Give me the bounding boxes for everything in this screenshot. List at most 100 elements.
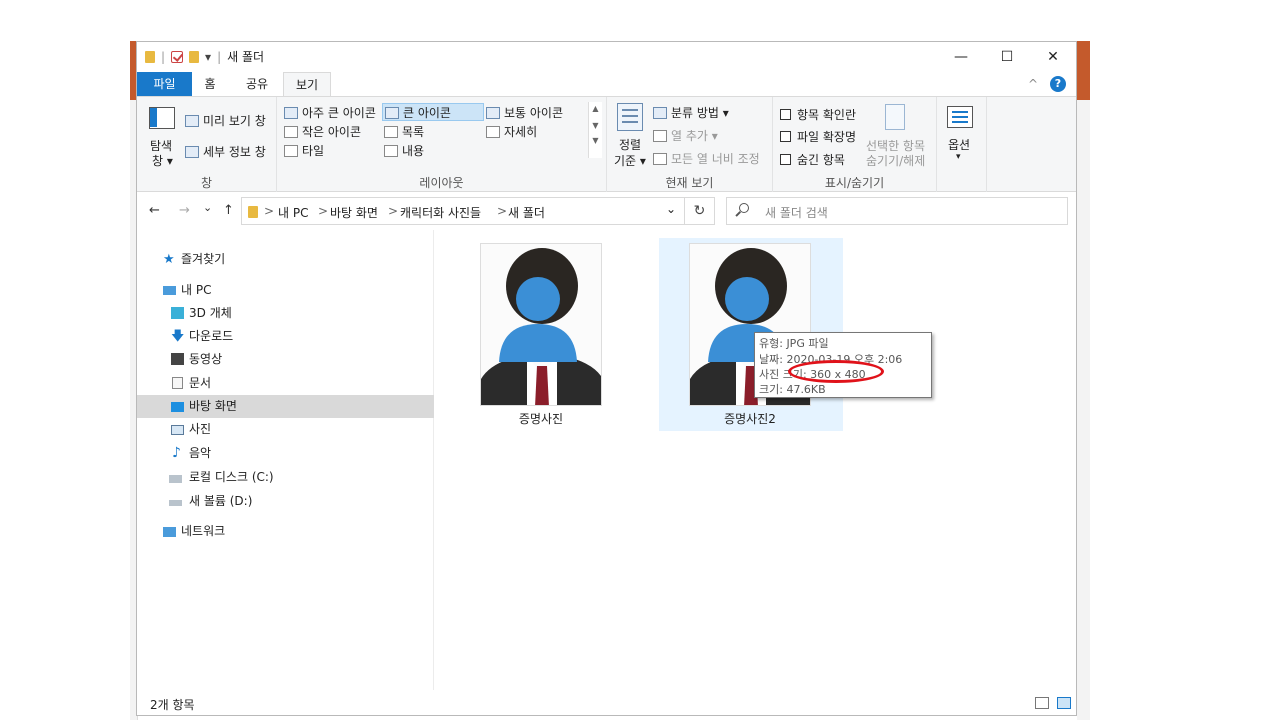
forward-button[interactable]: → — [179, 203, 190, 218]
tooltip-size: 크기: 47.6KB — [759, 383, 826, 396]
nav-item-label: 다운로드 — [189, 329, 234, 343]
up-button[interactable]: ↑ — [223, 203, 234, 218]
panes-group-label: 창 — [200, 176, 213, 190]
sort-button[interactable]: 정렬 — [619, 136, 641, 153]
nav-item-label: 문서 — [189, 376, 212, 390]
breadcrumb-character-photos[interactable]: 캐릭터화 사진들 — [400, 204, 481, 221]
breadcrumb-new-folder[interactable]: 새 폴더 — [508, 204, 545, 221]
nav-item-desktop[interactable]: 바탕 화면 — [137, 395, 434, 418]
navigation-pane-button-line2[interactable]: 창 ▾ — [152, 152, 173, 169]
details-icon — [486, 126, 500, 138]
layout-gallery-scroll[interactable]: ▲ ▼ ▼ — [588, 102, 602, 158]
layout-tiles[interactable]: 타일 — [284, 142, 324, 159]
preview-pane-button[interactable]: 미리 보기 창 — [185, 112, 266, 129]
close-button[interactable]: ✕ — [1030, 42, 1076, 72]
group-by-button[interactable]: 분류 방법 ▾ — [653, 104, 729, 121]
breadcrumb-separator[interactable]: > — [388, 204, 398, 218]
breadcrumb-separator[interactable]: > — [318, 204, 328, 218]
nav-item-label: 새 볼륨 (D:) — [189, 494, 253, 508]
nav-item-pictures[interactable]: 사진 — [137, 418, 434, 441]
navigation-pane-icon[interactable] — [149, 107, 175, 129]
ribbon: 탐색 창 ▾ 미리 보기 창 세부 정보 창 창 아주 큰 아이콘 큰 아이콘 … — [137, 96, 1076, 193]
sort-button-line2[interactable]: 기준 ▾ — [614, 152, 646, 169]
options-dropdown-icon[interactable]: ▾ — [956, 152, 961, 162]
layout-list[interactable]: 목록 — [384, 123, 424, 140]
maximize-button[interactable]: ☐ — [984, 42, 1030, 72]
scroll-down-icon[interactable]: ▼ — [589, 121, 602, 130]
refresh-button[interactable]: ↻ — [685, 197, 715, 225]
tab-file[interactable]: 파일 — [137, 72, 192, 96]
window-title: 새 폴더 — [227, 50, 265, 64]
window-controls: — ☐ ✕ — [938, 42, 1076, 72]
nav-item-downloads[interactable]: 🡇 다운로드 — [137, 325, 434, 348]
tab-view[interactable]: 보기 — [283, 72, 331, 97]
layout-group-label: 레이아웃 — [419, 176, 464, 190]
layout-label: 내용 — [402, 144, 425, 158]
minimize-button[interactable]: — — [938, 42, 984, 72]
network-icon — [163, 527, 176, 537]
help-area: ^ ? — [1028, 76, 1066, 92]
nav-item-quick-access[interactable]: ★ 즐겨찾기 — [137, 248, 434, 271]
help-icon[interactable]: ? — [1050, 76, 1066, 92]
breadcrumb-desktop[interactable]: 바탕 화면 — [330, 204, 378, 221]
options-group: 옵션 ▾ — [937, 97, 987, 193]
new-folder-icon[interactable] — [189, 50, 200, 63]
collapse-ribbon-icon[interactable]: ^ — [1028, 77, 1038, 91]
nav-item-network[interactable]: 네트워크 — [137, 520, 434, 543]
layout-details[interactable]: 자세히 — [486, 123, 537, 140]
add-columns-button[interactable]: 열 추가 ▾ — [653, 127, 718, 144]
layout-medium-icons[interactable]: 보통 아이콘 — [486, 104, 563, 121]
layout-label: 작은 아이콘 — [302, 125, 362, 139]
fit-columns-button[interactable]: 모든 열 너비 조정 — [653, 150, 760, 167]
breadcrumb-separator[interactable]: > — [264, 204, 274, 218]
tooltip-type: 유형: JPG 파일 — [759, 337, 829, 350]
options-icon[interactable] — [947, 106, 973, 128]
nav-item-documents[interactable]: 문서 — [137, 372, 434, 395]
options-button[interactable]: 옵션 — [948, 136, 970, 153]
breadcrumb-this-pc[interactable]: 내 PC — [278, 204, 308, 221]
recent-locations-button[interactable]: ⌄ — [203, 201, 212, 214]
nav-item-volume-d[interactable]: 새 볼륨 (D:) — [137, 490, 434, 513]
nav-item-this-pc[interactable]: 내 PC — [137, 279, 434, 302]
group-by-label: 분류 방법 ▾ — [671, 106, 729, 120]
details-view-icon[interactable] — [1035, 697, 1049, 709]
layout-extra-large-icons[interactable]: 아주 큰 아이콘 — [284, 104, 376, 121]
file-item[interactable]: 증명사진 — [460, 238, 644, 431]
properties-icon[interactable] — [171, 50, 184, 63]
nav-item-music[interactable]: ♪ 음악 — [137, 442, 434, 465]
address-box[interactable]: > 내 PC > 바탕 화면 > 캐릭터화 사진들 > 새 폴더 ⌄ — [241, 197, 685, 225]
nav-item-3d-objects[interactable]: 3D 개체 — [137, 302, 434, 325]
breadcrumb-separator[interactable]: > — [497, 204, 507, 218]
extra-large-icons-icon — [284, 107, 298, 119]
layout-large-icons[interactable]: 큰 아이콘 — [382, 103, 484, 121]
star-icon: ★ — [163, 252, 175, 267]
checkbox-icon — [780, 154, 791, 165]
customize-qat-icon[interactable]: ▾ — [205, 50, 211, 64]
expand-gallery-icon[interactable]: ▼ — [589, 136, 602, 145]
film-icon — [171, 353, 184, 365]
hide-selected-button-line2[interactable]: 숨기기/해제 — [866, 152, 925, 169]
checkbox-icon — [780, 131, 791, 142]
nav-item-videos[interactable]: 동영상 — [137, 348, 434, 371]
scroll-up-icon[interactable]: ▲ — [589, 104, 602, 113]
item-checkboxes-toggle[interactable]: 항목 확인란 — [780, 106, 856, 123]
details-pane-button[interactable]: 세부 정보 창 — [185, 143, 266, 160]
search-input[interactable]: 새 폴더 검색 — [726, 197, 1068, 225]
file-extensions-toggle[interactable]: 파일 확장명 — [780, 128, 856, 145]
nav-item-local-disk-c[interactable]: 로컬 디스크 (C:) — [137, 466, 434, 489]
back-button[interactable]: ← — [149, 203, 160, 218]
layout-small-icons[interactable]: 작은 아이콘 — [284, 123, 361, 140]
drive-icon — [169, 475, 182, 483]
tab-share[interactable]: 공유 — [237, 72, 277, 96]
preview-pane-label: 미리 보기 창 — [203, 114, 266, 128]
nav-item-label: 로컬 디스크 (C:) — [189, 470, 274, 484]
hidden-items-toggle[interactable]: 숨긴 항목 — [780, 151, 845, 168]
checkbox-icon — [780, 109, 791, 120]
tab-home[interactable]: 홈 — [195, 72, 225, 96]
address-dropdown-icon[interactable]: ⌄ — [666, 202, 676, 216]
layout-group: 아주 큰 아이콘 큰 아이콘 보통 아이콘 작은 아이콘 목록 자세히 타일 내… — [277, 97, 607, 193]
file-name: 증명사진 — [518, 412, 564, 426]
sort-icon[interactable] — [617, 103, 643, 131]
large-icons-view-icon[interactable] — [1057, 697, 1071, 709]
layout-content[interactable]: 내용 — [384, 142, 424, 159]
